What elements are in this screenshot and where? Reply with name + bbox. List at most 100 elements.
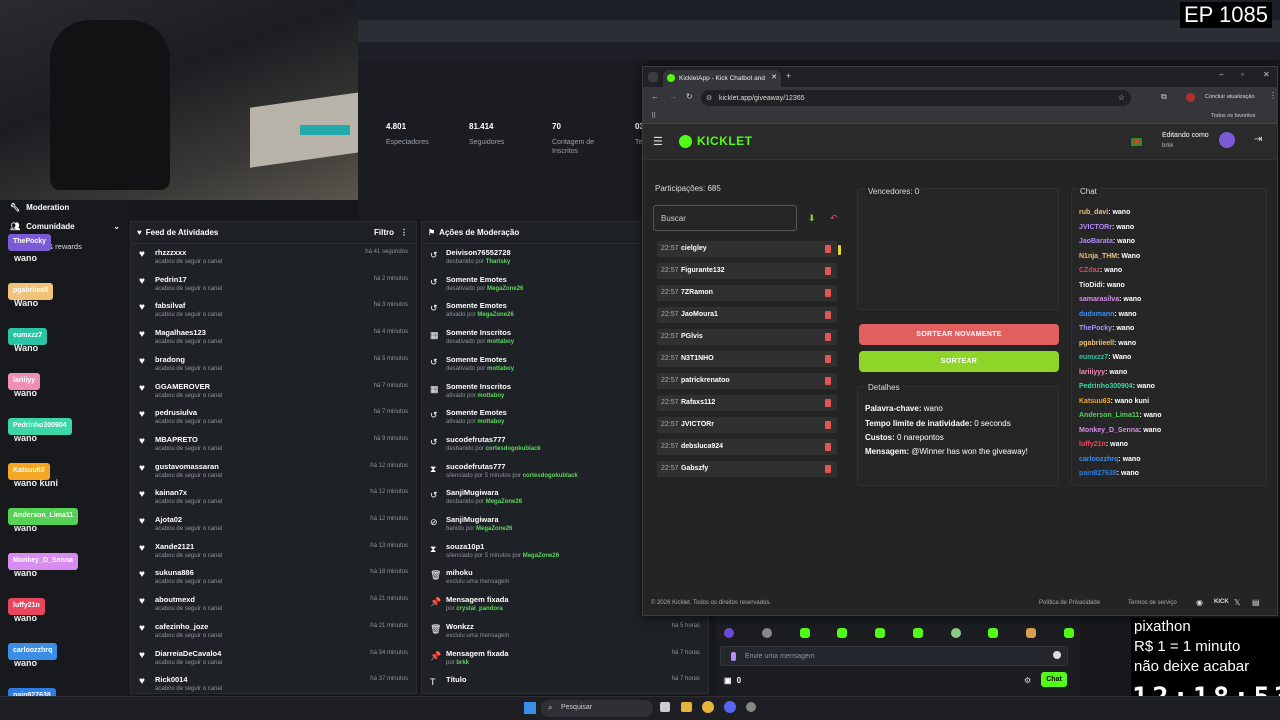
back-icon[interactable]: ← xyxy=(651,92,659,101)
heart-icon: ♥ xyxy=(139,516,145,527)
tab-search-icon[interactable] xyxy=(648,72,658,82)
follower-name: rhzzzxxx xyxy=(155,248,187,257)
site-info-icon[interactable]: ⚙ xyxy=(706,94,712,102)
task-view-icon[interactable] xyxy=(660,702,670,712)
heart-icon: ♥ xyxy=(139,329,145,341)
kicklet-favicon xyxy=(667,74,675,82)
activity-row[interactable]: ♥ kainan7x acabou de seguir o canal há 12 m… xyxy=(131,484,416,510)
nav-moderation[interactable]: 🔧︎ Moderation xyxy=(10,203,69,212)
bookmarks-bar: ⠿ Todos os favoritos xyxy=(643,109,1277,124)
trash-icon: 🗑 xyxy=(430,570,442,581)
moderation-time: há 7 horas xyxy=(671,649,700,656)
settings-taskbar-icon[interactable] xyxy=(746,702,756,712)
follower-name: Magalhaes123 xyxy=(155,328,206,338)
extensions-icon[interactable]: ⧉ xyxy=(1161,92,1167,102)
heart-icon: ♥ xyxy=(139,355,145,367)
follower-name: DiarreiaDeCavalo4 xyxy=(155,648,222,658)
emote-icon[interactable] xyxy=(761,628,772,638)
activity-row[interactable]: ♥ Ajota02 acabou de seguir o canal há 12 mi… xyxy=(131,511,416,537)
follower-name: kainan7x xyxy=(155,488,188,498)
activity-filter-button[interactable]: Filtro xyxy=(374,228,394,237)
activity-row[interactable]: ♥ MBAPRETO acabou de seguir o canal há 9 mi… xyxy=(131,431,416,457)
settings-gear-icon[interactable]: ⚙ xyxy=(1024,676,1031,685)
moderation-detail: por crystal_pandora xyxy=(446,606,503,612)
emoji-icon[interactable] xyxy=(1053,651,1061,659)
points-counter[interactable]: ▣ 0 xyxy=(724,676,741,685)
footer-terms-link[interactable]: Termos de serviço xyxy=(1128,600,1177,606)
reload-icon[interactable]: ↻ xyxy=(686,92,693,101)
maximize-icon[interactable]: ▫ xyxy=(1241,70,1244,79)
taskbar: ⌕ Pesquisar xyxy=(0,696,1280,720)
chat-username: CZdaz xyxy=(1079,267,1100,274)
activity-row[interactable]: ♥ Pedrin17 acabou de seguir o canal há 2 mi… xyxy=(131,271,416,297)
bookmark-star-icon[interactable]: ☆ xyxy=(1118,93,1125,102)
activity-text: acabou de seguir o canal xyxy=(155,445,223,452)
profile-avatar[interactable] xyxy=(1186,93,1195,102)
forward-icon[interactable]: → xyxy=(669,92,677,101)
chrome-icon[interactable] xyxy=(702,701,714,713)
moderator-name: cortesdogokublack xyxy=(485,445,541,452)
chat-username: N1nja_THM xyxy=(1079,252,1118,260)
activity-row[interactable]: ♥ rhzzzxxx acabou de seguir o canal há 41 s… xyxy=(131,244,416,270)
moderation-row[interactable]: T Título há 7 horas xyxy=(422,671,708,697)
x-icon[interactable]: 𝕏 xyxy=(1234,598,1240,607)
file-explorer-icon[interactable] xyxy=(681,702,692,712)
url-field[interactable]: ⚙ kicklet.app/giveaway/12365 ☆ xyxy=(701,90,1131,106)
chat-message-input[interactable]: Envie uma mensagem xyxy=(720,646,1068,666)
activity-row[interactable]: ♥ cafezinho_joze acabou de seguir o canal h… xyxy=(131,618,416,644)
emote-icon[interactable] xyxy=(724,628,734,638)
windows-start-icon[interactable] xyxy=(524,702,536,714)
activity-row[interactable]: ♥ sukuna886 acabou de seguir o canal há 18 … xyxy=(131,564,416,590)
activity-row[interactable]: ♥ gustavomassaran acabou de seguir o canal… xyxy=(131,458,416,484)
emote-icon[interactable] xyxy=(1026,628,1037,638)
activity-row[interactable]: ♥ pedrusiulva acabou de seguir o canal há 7… xyxy=(131,404,416,430)
activity-row[interactable]: ♥ bradong acabou de seguir o canal há 5 min… xyxy=(131,351,416,377)
browser-menu-icon[interactable]: ⋮ xyxy=(1269,91,1277,100)
emote-icon[interactable] xyxy=(1063,628,1074,638)
moderation-row[interactable]: 🗑 Wonkzz excluiu uma mensagem há 5 horas xyxy=(422,618,708,644)
new-tab-icon[interactable]: + xyxy=(786,71,791,81)
activity-row[interactable]: ♥ fabsilvaf acabou de seguir o canal há 3 m… xyxy=(131,297,416,323)
browser-tab[interactable]: KickletApp - Kick Chatbot and ✕ xyxy=(663,70,781,87)
emote-icon[interactable] xyxy=(837,628,848,638)
emote-icon[interactable] xyxy=(875,628,886,638)
undo-icon: ↺ xyxy=(430,490,438,501)
discord-icon[interactable]: ◉ xyxy=(1196,598,1203,607)
activity-row[interactable]: ♥ GGAMEROVER acabou de seguir o canal há 7 … xyxy=(131,378,416,404)
kick-icon[interactable]: KICK xyxy=(1214,599,1229,605)
browser-window: KickletApp - Kick Chatbot and ✕ + – ▫ ✕ … xyxy=(642,66,1278,616)
apps-icon[interactable]: ⠿ xyxy=(651,112,656,120)
footer-privacy-link[interactable]: Política de Privacidade xyxy=(1039,600,1100,606)
all-bookmarks[interactable]: Todos os favoritos xyxy=(1211,113,1255,119)
nav-community-label: Comunidade xyxy=(26,222,75,231)
document-icon[interactable]: ▤ xyxy=(1252,598,1260,607)
moderation-detail: desativado por MegaZone26 xyxy=(446,286,523,292)
nav-community[interactable]: 👥︎ Comunidade ⌄ xyxy=(10,222,120,231)
kicklet-chat-message: samarasilva: wano xyxy=(1079,296,1141,303)
more-icon[interactable]: ⋮ xyxy=(400,228,408,237)
chat-send-button[interactable]: Chat xyxy=(1041,672,1067,687)
activity-feed-title: Feed de Atividades xyxy=(145,228,219,237)
kicklet-chat-message: eumxzz7: Wano xyxy=(1079,354,1131,361)
chatter-message: wano kuni xyxy=(14,478,59,488)
emote-icon[interactable] xyxy=(912,628,923,638)
activity-row[interactable]: ♥ Rick0014 acabou de seguir o canal há 37 m… xyxy=(131,671,416,697)
emote-icon[interactable] xyxy=(799,628,810,638)
emote-icon[interactable] xyxy=(950,628,961,638)
taskbar-search[interactable]: ⌕ Pesquisar xyxy=(541,700,653,717)
discord-taskbar-icon[interactable] xyxy=(724,701,736,713)
moderation-row[interactable]: 📌 Mensagem fixada por brkk há 7 horas xyxy=(422,645,708,671)
moderation-action: ativado por xyxy=(446,392,476,399)
moderator-name: MegaZone26 xyxy=(476,526,513,532)
update-button[interactable]: Concluir atualização xyxy=(1205,94,1255,100)
activity-row[interactable]: ♥ DiarreiaDeCavalo4 acabou de seguir o can… xyxy=(131,645,416,671)
minimize-icon[interactable]: – xyxy=(1219,70,1223,79)
close-tab-icon[interactable]: ✕ xyxy=(771,73,777,81)
moderation-detail: excluiu uma mensagem xyxy=(446,579,509,585)
activity-row[interactable]: ♥ aboutmexd acabou de seguir o canal há 21 … xyxy=(131,591,416,617)
activity-row[interactable]: ♥ Magalhaes123 acabou de seguir o canal há … xyxy=(131,324,416,350)
close-window-icon[interactable]: ✕ xyxy=(1263,70,1270,79)
gift-icon: ▦ xyxy=(430,383,439,394)
emote-icon[interactable] xyxy=(988,628,999,638)
activity-row[interactable]: ♥ Xande2121 acabou de seguir o canal há 13 … xyxy=(131,538,416,564)
